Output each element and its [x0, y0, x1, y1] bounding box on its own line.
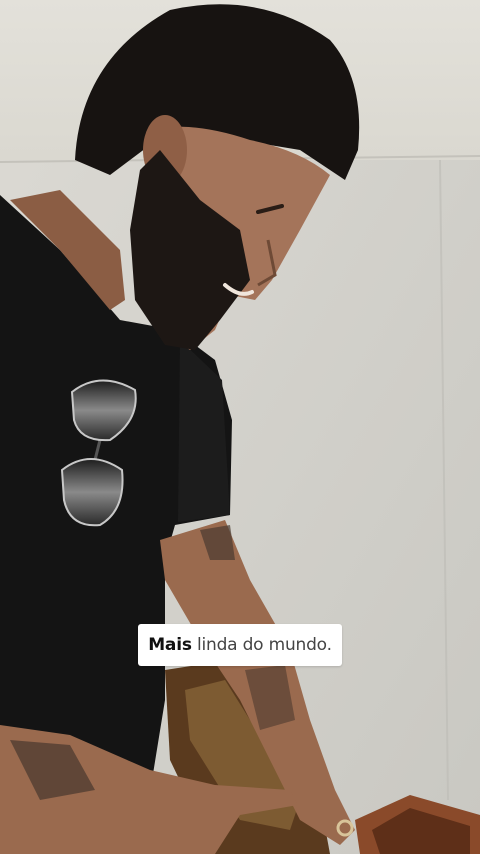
- caption-box: Mais linda do mundo.: [138, 624, 342, 666]
- caption-highlight: Mais: [148, 635, 192, 655]
- caption-rest: linda do mundo.: [191, 635, 332, 655]
- video-frame: [0, 0, 480, 854]
- caption-text: Mais linda do mundo.: [148, 635, 332, 655]
